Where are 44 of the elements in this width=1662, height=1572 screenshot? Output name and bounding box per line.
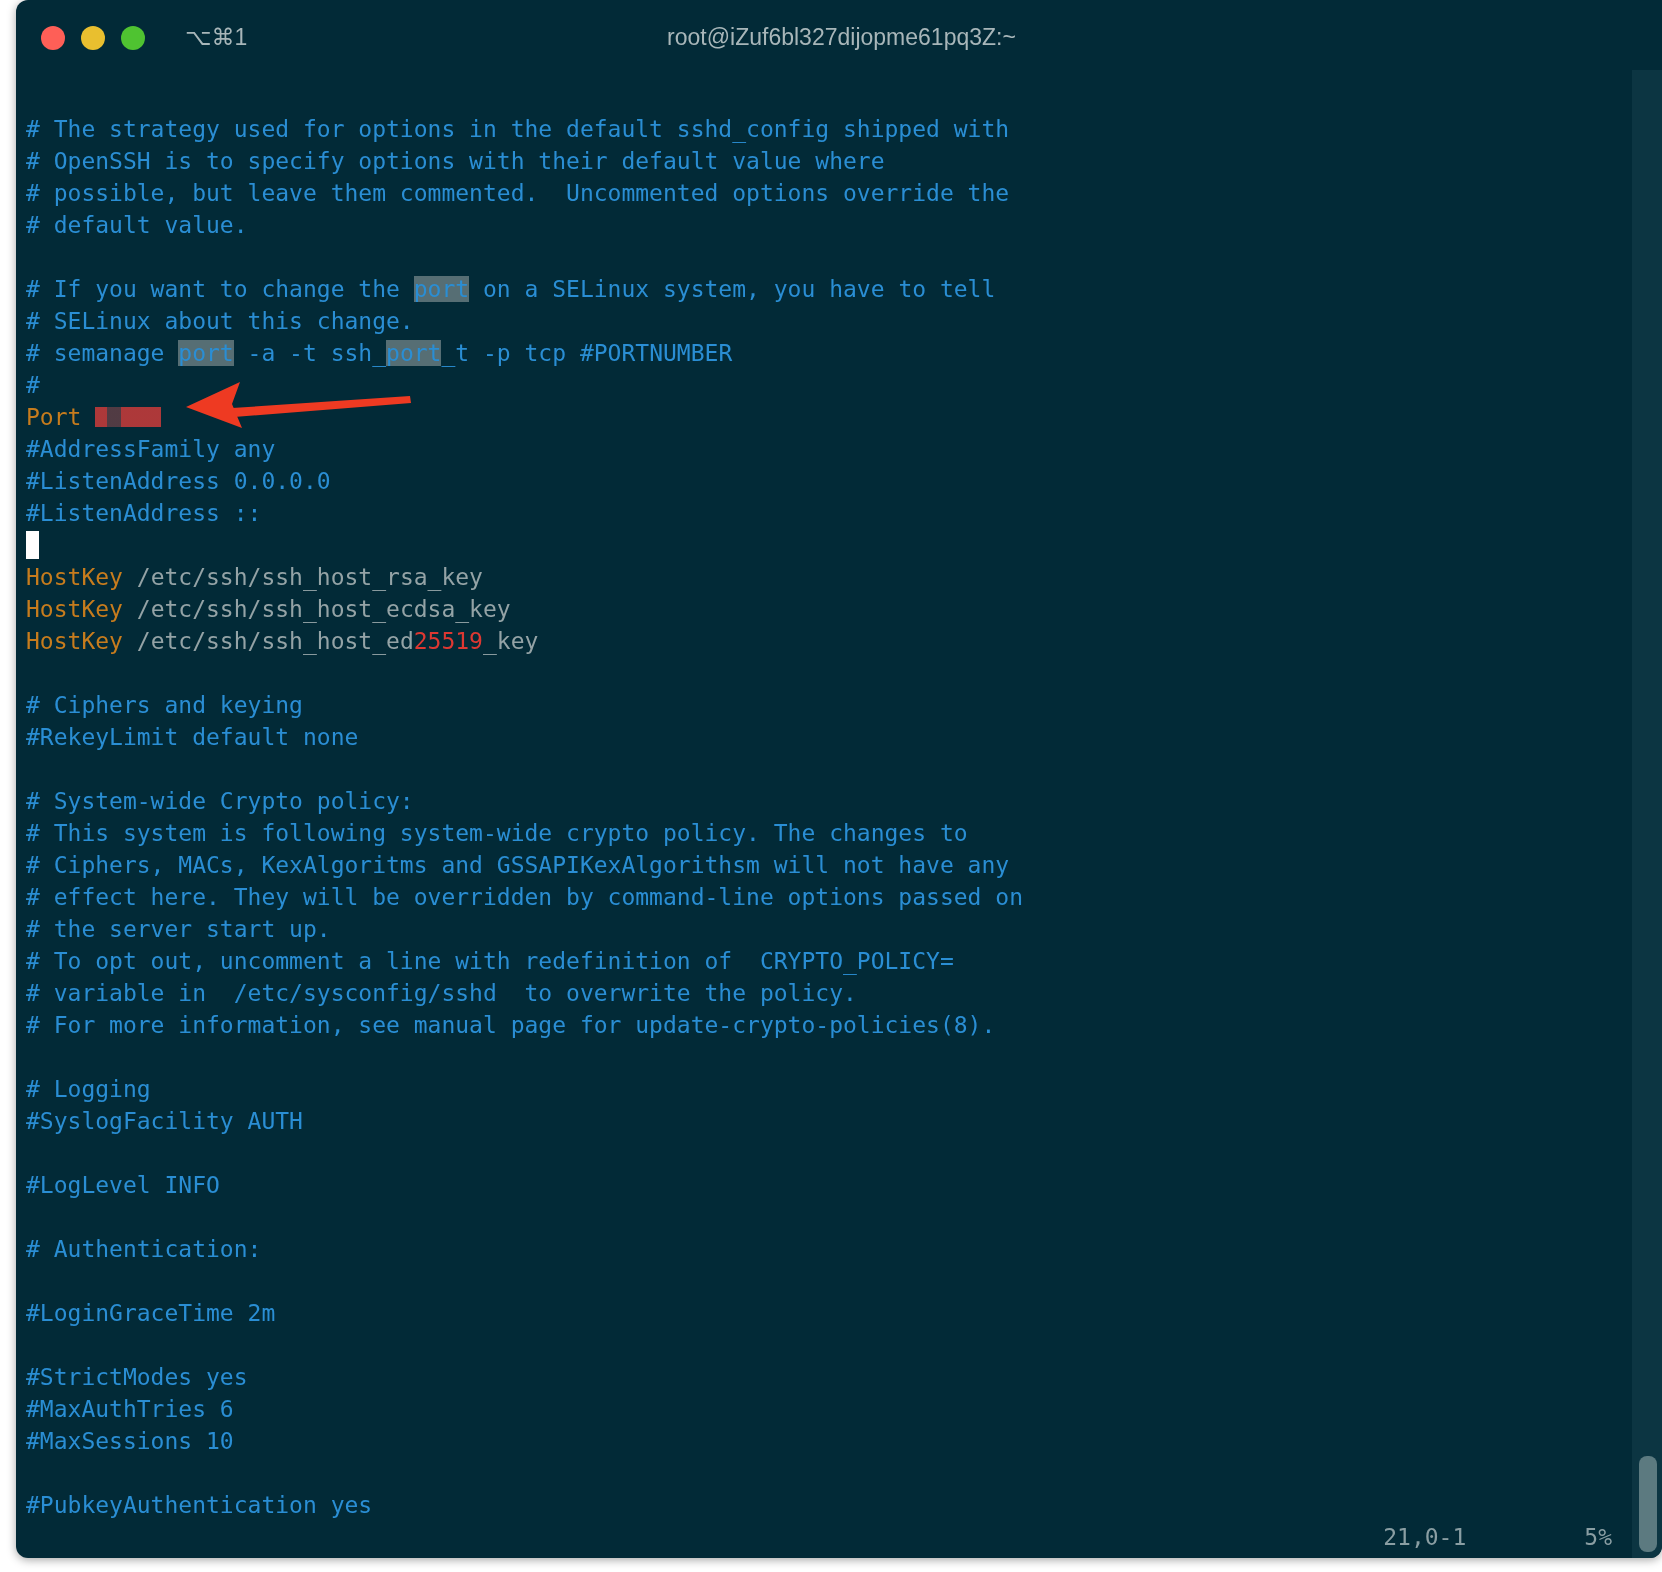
code-line: HostKey /etc/ssh/ssh_host_ecdsa_key [26,595,511,625]
code-line: # System-wide Crypto policy: [26,787,414,816]
code-line: #MaxSessions 10 [26,1427,234,1456]
redacted-block [95,407,162,427]
window-title: root@iZuf6bl327dijopme61pq3Z:~ [667,24,1016,51]
code-line: # effect here. They will be overridden by command-line options passed on [26,883,1023,912]
code-line: # The strategy used for options in the default sshd_config shipped with [26,115,1010,145]
code-line: # SELinux about this change. [26,307,414,336]
code-line: #MaxAuthTries 6 [26,1395,234,1424]
code-line: HostKey /etc/ssh/ssh_host_rsa_key [26,563,483,593]
code-line: #AddressFamily any [26,435,276,464]
scroll-percent: 5% [1584,1523,1612,1552]
shortcut-label: ⌥⌘1 [185,24,248,51]
code-line: # Ciphers, MACs, KexAlgoritms and GSSAPIKexAlgorithsm will not have any [26,851,1010,880]
code-line: # If you want to change the port on a SELinux system, you have to tell [26,275,996,304]
close-button[interactable] [41,25,65,50]
code-line: #SyslogFacility AUTH [26,1107,303,1136]
code-line: # variable in /etc/sysconfig/sshd to overwrite the policy. [26,979,857,1008]
code-line: # default value. [26,211,248,240]
code-line: #LogLevel INFO [26,1171,220,1200]
code-line: # Authentication: [26,1235,262,1264]
scrollbar-track[interactable] [1632,70,1662,1558]
code-text: Port [26,403,83,432]
code-line: #LoginGraceTime 2m [26,1299,276,1328]
code-line: #RekeyLimit default none [26,723,359,752]
code-line: #StrictModes yes [26,1363,248,1392]
code-line: HostKey /etc/ssh/ssh_host_ed25519_key [26,627,539,657]
code-line: # the server start up. [26,915,331,944]
code-line: #PubkeyAuthentication yes [26,1491,373,1520]
code-line: # This system is following system-wide crypto policy. The changes to [26,819,968,848]
zoom-button[interactable] [121,25,145,50]
code-line: #ListenAddress 0.0.0.0 [26,467,331,496]
code-line: # Ciphers and keying [26,691,303,720]
text-cursor [26,531,39,559]
code-line: # [26,371,40,400]
scrollbar-thumb[interactable] [1639,1456,1657,1552]
code-line: # For more information, see manual page for update-crypto-policies(8). [26,1011,996,1040]
code-line: # To opt out, uncomment a line with redefinition of CRYPTO_POLICY= [26,947,954,977]
code-line: # Logging [26,1075,151,1104]
code-line: # OpenSSH is to specify options with their default value where [26,147,885,176]
minimize-button[interactable] [81,25,105,50]
code-line: #ListenAddress :: [26,499,262,528]
code-line: # possible, but leave them commented. Uncommented options override the [26,179,1010,208]
cursor-position: 21,0-1 [1383,1523,1467,1552]
